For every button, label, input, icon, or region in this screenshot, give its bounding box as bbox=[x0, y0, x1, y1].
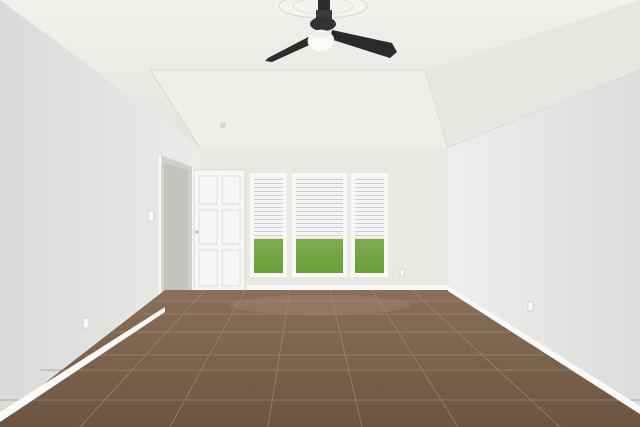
wall-outlet-right bbox=[527, 301, 534, 312]
window-left bbox=[250, 173, 287, 277]
window-right bbox=[351, 173, 388, 277]
smoke-detector bbox=[220, 122, 226, 128]
wall-outlet-left bbox=[82, 317, 90, 329]
tray-ceiling-panel bbox=[150, 70, 448, 148]
wall-outlet-back bbox=[399, 268, 405, 277]
room-illustration bbox=[0, 0, 640, 427]
room-photo bbox=[0, 0, 640, 427]
baseboard-back bbox=[247, 285, 448, 290]
light-switch bbox=[147, 210, 155, 222]
door bbox=[193, 169, 246, 293]
door-knob bbox=[195, 230, 199, 234]
window-center bbox=[292, 173, 347, 277]
